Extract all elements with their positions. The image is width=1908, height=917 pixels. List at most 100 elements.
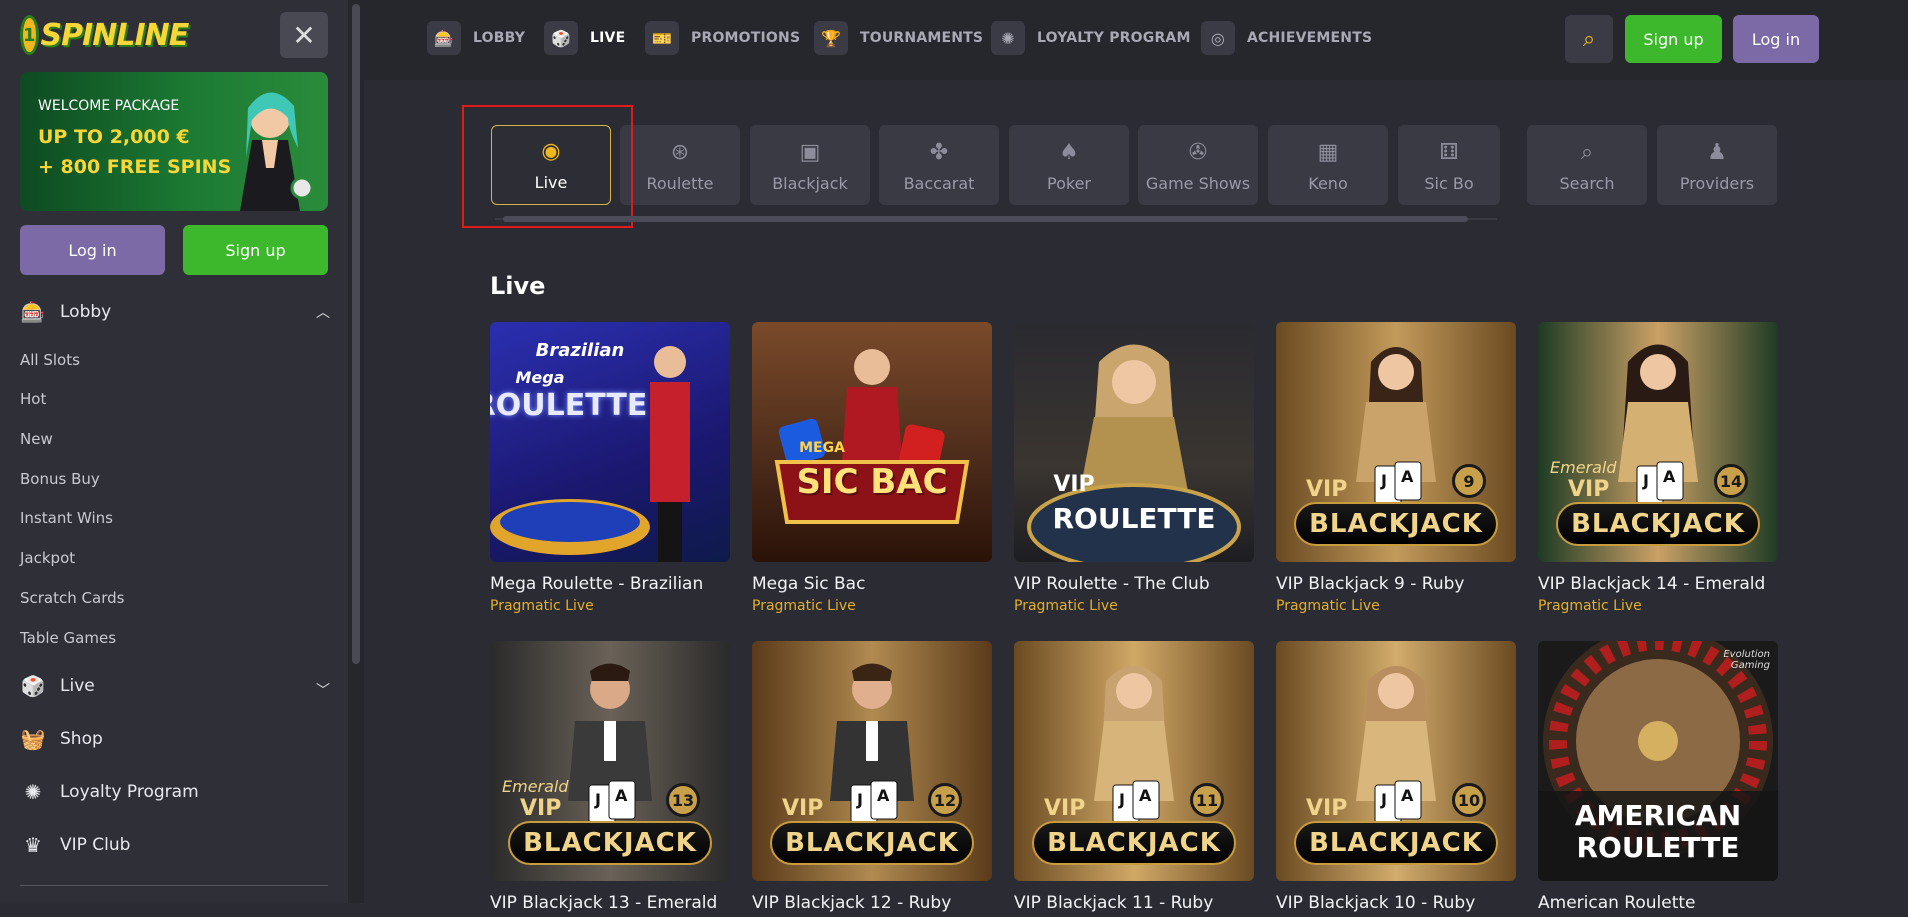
category-keno[interactable]: ▦ Keno (1268, 125, 1388, 205)
topnav-label: LOYALTY PROGRAM (1037, 30, 1191, 46)
game-card[interactable]: VIP JA 10 BLACKJACK VIP Blackjack 10 - R… (1276, 641, 1516, 917)
topnav-lobby[interactable]: 🎰 LOBBY (427, 20, 525, 56)
top-signup-button[interactable]: Sign up (1625, 15, 1722, 63)
topnav-live[interactable]: 🎲 LIVE (544, 20, 625, 56)
svg-text:J: J (856, 790, 863, 809)
game-thumbnail[interactable]: VIP JA 9 BLACKJACK (1276, 322, 1516, 562)
provider-logo: Evolution Gaming (1723, 649, 1770, 671)
sidebar-subitem-scratch-cards[interactable]: Scratch Cards (20, 589, 124, 607)
svg-text:A: A (1401, 786, 1414, 805)
slot-machine-icon: 🎰 (427, 21, 461, 55)
sidebar-subitem-hot[interactable]: Hot (20, 390, 46, 408)
game-thumbnail[interactable]: Emerald VIP JA 13 BLACKJACK (490, 641, 730, 881)
scrollbar-thumb[interactable] (503, 216, 1468, 222)
game-name: VIP Blackjack 10 - Ruby (1276, 893, 1476, 913)
topnav-loyalty-program[interactable]: ✺ LOYALTY PROGRAM (991, 20, 1191, 56)
game-thumbnail[interactable]: Emerald VIP JA 14 BLACKJACK (1538, 322, 1778, 562)
keno-grid-icon: ▦ (1317, 139, 1339, 165)
thumb-art-text: AMERICAN (1574, 799, 1742, 832)
game-thumbnail[interactable]: VIP JA 11 BLACKJACK (1014, 641, 1254, 881)
category-label: Game Shows (1145, 174, 1251, 193)
game-card[interactable]: MEGA SIC BAC Mega Sic Bac Pragmatic Live (752, 322, 992, 614)
game-thumbnail[interactable]: Brazilian Mega ROULETTE (490, 322, 730, 562)
topnav-label: TOURNAMENTS (860, 30, 984, 46)
game-card[interactable]: VIP ROULETTE VIP Roulette - The Club Pra… (1014, 322, 1254, 614)
sidebar-signup-button[interactable]: Sign up (183, 225, 328, 275)
chevron-down-icon[interactable]: ﹀ (316, 680, 330, 700)
sidebar-item-shop[interactable]: 🧺 Shop (20, 726, 103, 752)
scrollbar-thumb[interactable] (352, 4, 360, 664)
category-label: Search (1559, 174, 1615, 193)
sidebar-item-loyalty-program[interactable]: ✺ Loyalty Program (20, 779, 199, 805)
game-card[interactable]: Emerald VIP JA 14 BLACKJACK VIP Blackjac… (1538, 322, 1778, 614)
game-card[interactable]: Brazilian Mega ROULETTE Mega Roulette - … (490, 322, 730, 614)
crown-icon: ♛ (24, 833, 42, 857)
sidebar-divider (20, 885, 328, 886)
game-thumbnail[interactable]: VIP ROULETTE (1014, 322, 1254, 562)
category-baccarat[interactable]: ✤ Baccarat (879, 125, 999, 205)
sidebar-scrollbar[interactable] (348, 0, 364, 903)
game-card[interactable]: VIP JA 11 BLACKJACK VIP Blackjack 11 - R… (1014, 641, 1254, 917)
laurel-icon: ✺ (24, 780, 42, 804)
live-dealer-icon: 🎲 (544, 21, 578, 55)
game-provider: Pragmatic Live (490, 598, 594, 614)
logo-text: SPINLINE (40, 17, 190, 53)
category-roulette[interactable]: ⊛ Roulette (620, 125, 740, 205)
sidebar-subitem-bonus-buy[interactable]: Bonus Buy (20, 470, 100, 488)
top-login-button[interactable]: Log in (1733, 15, 1819, 63)
svg-text:A: A (1663, 467, 1676, 486)
sidebar-subitem-all-slots[interactable]: All Slots (20, 351, 80, 369)
game-provider: Pragmatic Live (752, 598, 856, 614)
game-thumbnail[interactable]: Evolution Gaming AMERICAN ROULETTE (1538, 641, 1778, 881)
game-card[interactable]: VIP JA 9 BLACKJACK VIP Blackjack 9 - Rub… (1276, 322, 1516, 614)
category-providers[interactable]: ♟ Providers (1657, 125, 1777, 205)
topnav-achievements[interactable]: ◎ ACHIEVEMENTS (1201, 20, 1372, 56)
category-search[interactable]: ⌕ Search (1527, 125, 1647, 205)
topnav-promotions[interactable]: 🎫 PROMOTIONS (645, 20, 800, 56)
game-card[interactable]: Evolution Gaming AMERICAN ROULETTE Ameri… (1538, 641, 1778, 917)
game-thumbnail[interactable]: MEGA SIC BAC (752, 322, 992, 562)
game-card[interactable]: VIP JA 12 BLACKJACK VIP Blackjack 12 - R… (752, 641, 992, 917)
promo-line-3: + 800 FREE SPINS (38, 156, 232, 178)
thumb-vip-text: VIP (520, 796, 562, 821)
category-sic-bo[interactable]: ⚅ Sic Bo (1398, 125, 1500, 205)
category-game-shows[interactable]: ✇ Game Shows (1138, 125, 1258, 205)
svg-text:A: A (877, 786, 890, 805)
close-sidebar-button[interactable]: ✕ (280, 12, 328, 58)
table-number-badge: 12 (928, 783, 962, 817)
promo-character-image (240, 92, 314, 211)
game-thumbnail[interactable]: VIP JA 12 BLACKJACK (752, 641, 992, 881)
brand-logo[interactable]: 1 SPINLINE (20, 10, 189, 60)
sidebar-subitem-new[interactable]: New (20, 430, 53, 448)
category-scrollbar[interactable] (495, 216, 1497, 222)
game-thumbnail[interactable]: VIP JA 10 BLACKJACK (1276, 641, 1516, 881)
thumb-art-text: ROULETTE (1052, 502, 1216, 535)
sidebar-subitem-jackpot[interactable]: Jackpot (20, 549, 75, 567)
sidebar-subitem-instant-wins[interactable]: Instant Wins (20, 509, 113, 527)
category-blackjack[interactable]: ▣ Blackjack (750, 125, 870, 205)
laurel-icon: ✺ (991, 21, 1025, 55)
game-name: VIP Blackjack 14 - Emerald (1538, 574, 1766, 594)
thumb-illustration (490, 346, 690, 562)
sidebar-item-lobby[interactable]: 🎰 Lobby (20, 299, 112, 325)
topnav-tournaments[interactable]: 🏆 TOURNAMENTS (814, 20, 983, 56)
sidebar-login-button[interactable]: Log in (20, 225, 165, 275)
table-number-badge: 9 (1452, 464, 1486, 498)
game-name: Mega Roulette - Brazilian (490, 574, 704, 594)
game-card[interactable]: Emerald VIP JA 13 BLACKJACK VIP Blackjac… (490, 641, 730, 917)
top-search-button[interactable]: ⌕ (1565, 15, 1613, 63)
sidebar-item-live[interactable]: 🎲 Live (20, 673, 95, 699)
welcome-promo-banner[interactable]: WELCOME PACKAGE UP TO 2,000 € + 800 FREE… (20, 72, 328, 211)
sidebar-item-label: Lobby (60, 302, 112, 322)
ticket-icon: 🎫 (645, 21, 679, 55)
close-icon: ✕ (292, 18, 316, 52)
thumb-blackjack-plate: BLACKJACK (508, 821, 712, 865)
thumb-blackjack-plate: BLACKJACK (770, 821, 974, 865)
thumb-art-text: VIP (1053, 472, 1095, 497)
game-name: VIP Blackjack 12 - Ruby (752, 893, 952, 913)
category-poker[interactable]: ♠ Poker (1009, 125, 1129, 205)
sidebar-subitem-table-games[interactable]: Table Games (20, 629, 116, 647)
sidebar-item-vip-club[interactable]: ♛ VIP Club (20, 832, 130, 858)
chevron-up-icon[interactable]: ︿ (316, 302, 330, 322)
search-icon: ⌕ (1582, 26, 1596, 52)
